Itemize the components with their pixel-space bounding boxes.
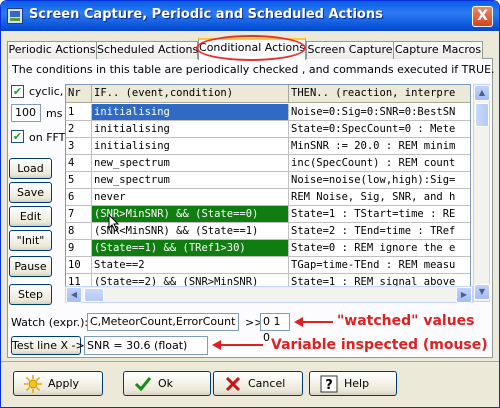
- cancel-label: Cancel: [248, 377, 286, 390]
- window-title: Screen Capture, Periodic and Scheduled A…: [29, 7, 383, 22]
- tab-scheduled-actions[interactable]: Scheduled Actions: [96, 41, 198, 59]
- table-row[interactable]: 10 State==2 TGap=time-TEnd : REM measu: [66, 257, 470, 274]
- table-row[interactable]: 4 new_spectrum inc(SpecCount) : REM count: [66, 155, 470, 172]
- annotation-inspected: Variable inspected (mouse): [271, 337, 488, 353]
- init-button[interactable]: "Init": [9, 230, 52, 251]
- ok-label: Ok: [158, 377, 174, 390]
- cyclic-checkbox[interactable]: ✔: [11, 85, 24, 98]
- row-action[interactable]: State=0 : REM ignore the e: [289, 240, 470, 256]
- sun-icon: [24, 375, 42, 393]
- watch-label: Watch (expr.):: [11, 316, 89, 329]
- header-if[interactable]: IF.. (event,condition): [92, 85, 289, 103]
- row-action[interactable]: MinSNR := 20.0 : REM minim: [289, 138, 470, 154]
- row-number[interactable]: 6: [66, 189, 92, 205]
- conditions-table[interactable]: Nr IF.. (event,condition) THEN.. (reacti…: [65, 84, 471, 287]
- row-number[interactable]: 10: [66, 257, 92, 273]
- help-icon: ?: [320, 375, 338, 393]
- onfft-label: on FFT: [29, 131, 66, 144]
- table-header: Nr IF.. (event,condition) THEN.. (reacti…: [66, 85, 470, 103]
- row-number[interactable]: 3: [66, 138, 92, 154]
- step-button[interactable]: Step: [9, 284, 52, 305]
- table-row[interactable]: 8 (SNR<MinSNR) && (State==1) State=2 : TEn…: [66, 223, 470, 240]
- app-icon: [7, 8, 23, 24]
- annotation-watched: "watched" values: [337, 313, 475, 329]
- header-nr[interactable]: Nr: [66, 85, 92, 103]
- row-action[interactable]: TGap=time-TEnd : REM measu: [289, 257, 470, 273]
- tab-screen-capture[interactable]: Screen Capture: [306, 41, 394, 59]
- table-row[interactable]: 1 initialising Noise=0:Sig=0:SNR=0:BestSN: [66, 104, 470, 121]
- test-line-button[interactable]: Test line X ->: [11, 336, 85, 355]
- onfft-checkbox[interactable]: ✔: [11, 130, 24, 143]
- pause-button[interactable]: Pause: [9, 256, 52, 277]
- svg-text:?: ?: [325, 378, 333, 393]
- close-button[interactable]: X: [472, 6, 493, 27]
- vertical-scroll-thumb[interactable]: [475, 103, 489, 127]
- checkmark-icon: [134, 377, 152, 392]
- row-condition[interactable]: initialising: [92, 121, 289, 137]
- tab-capture-macros[interactable]: Capture Macros: [393, 41, 483, 59]
- cross-icon: [225, 376, 241, 392]
- row-action[interactable]: State=0:SpecCount=0 : Mete: [289, 121, 470, 137]
- watch-expression-input[interactable]: C,MeteorCount,ErrorCount: [87, 313, 239, 331]
- mouse-cursor-icon: [108, 214, 120, 232]
- watch-output: 0 1 0: [260, 313, 290, 344]
- scroll-right-icon[interactable]: ▶: [456, 287, 472, 303]
- edit-button[interactable]: Edit: [9, 206, 52, 227]
- row-action[interactable]: Noise=0:Sig=0:SNR=0:BestSN: [289, 104, 470, 120]
- annotation-arrow-line: [219, 344, 263, 346]
- row-action[interactable]: State=2 : TEnd=time : TRef: [289, 223, 470, 239]
- title-bar[interactable]: Screen Capture, Periodic and Scheduled A…: [1, 1, 499, 31]
- header-then[interactable]: THEN.. (reaction, interpre: [289, 85, 470, 103]
- ok-button[interactable]: Ok: [123, 371, 211, 396]
- row-condition[interactable]: new_spectrum: [92, 172, 289, 188]
- load-button[interactable]: Load: [9, 158, 52, 179]
- save-button[interactable]: Save: [9, 182, 52, 203]
- info-text: The conditions in this table are periodi…: [12, 63, 495, 76]
- cancel-button[interactable]: Cancel: [213, 371, 303, 396]
- annotation-arrow-line: [301, 321, 333, 323]
- apply-button[interactable]: Apply: [13, 371, 103, 396]
- row-condition[interactable]: initialising: [92, 138, 289, 154]
- row-condition[interactable]: initialising: [92, 104, 289, 120]
- row-condition[interactable]: never: [92, 189, 289, 205]
- table-row[interactable]: 7 (SNR>MinSNR) && (State==0) State=1 : TSt…: [66, 206, 470, 223]
- row-number[interactable]: 1: [66, 104, 92, 120]
- tab-conditional-actions[interactable]: Conditional Actions: [198, 38, 306, 60]
- scroll-up-icon[interactable]: ▲: [474, 85, 490, 101]
- row-condition[interactable]: State==2: [92, 257, 289, 273]
- table-row[interactable]: 6 never REM Noise, Sig, SNR, and h: [66, 189, 470, 206]
- help-label: Help: [344, 377, 370, 390]
- row-number[interactable]: 7: [66, 206, 92, 222]
- vertical-scrollbar[interactable]: ▲ ▼: [473, 84, 490, 302]
- interval-input[interactable]: 100: [11, 104, 41, 122]
- table-row[interactable]: 9 (State==1) && (TRef1>30) State=0 : REM i…: [66, 240, 470, 257]
- row-number[interactable]: 5: [66, 172, 92, 188]
- help-button[interactable]: ? Help: [309, 371, 397, 396]
- test-output: SNR = 30.6 (float): [84, 336, 208, 355]
- apply-label: Apply: [48, 377, 80, 390]
- table-row[interactable]: 3 initialising MinSNR := 20.0 : REM minim: [66, 138, 470, 155]
- cyclic-label: cyclic,: [29, 85, 64, 98]
- table-row[interactable]: 2 initialising State=0:SpecCount=0 : Mete: [66, 121, 470, 138]
- row-action[interactable]: State=1 : TStart=time : RE: [289, 206, 470, 222]
- row-action[interactable]: REM Noise, Sig, SNR, and h: [289, 189, 470, 205]
- tab-periodic-actions[interactable]: Periodic Actions: [7, 41, 97, 59]
- row-number[interactable]: 9: [66, 240, 92, 256]
- row-number[interactable]: 4: [66, 155, 92, 171]
- horizontal-scroll-thumb[interactable]: [84, 288, 104, 302]
- row-action[interactable]: inc(SpecCount) : REM count: [289, 155, 470, 171]
- row-number[interactable]: 2: [66, 121, 92, 137]
- dialog-window: Screen Capture, Periodic and Scheduled A…: [0, 0, 500, 408]
- scroll-down-icon[interactable]: ▼: [474, 284, 490, 300]
- row-number[interactable]: 8: [66, 223, 92, 239]
- row-condition[interactable]: (State==1) && (TRef1>30): [92, 240, 289, 256]
- scroll-left-icon[interactable]: ◀: [66, 287, 82, 303]
- row-action[interactable]: Noise=noise(low,high):Sig=: [289, 172, 470, 188]
- horizontal-scrollbar[interactable]: ◀ ▶: [65, 286, 473, 303]
- table-row[interactable]: 5 new_spectrum Noise=noise(low,high):Sig=: [66, 172, 470, 189]
- interval-unit: ms: [46, 107, 63, 120]
- row-condition[interactable]: new_spectrum: [92, 155, 289, 171]
